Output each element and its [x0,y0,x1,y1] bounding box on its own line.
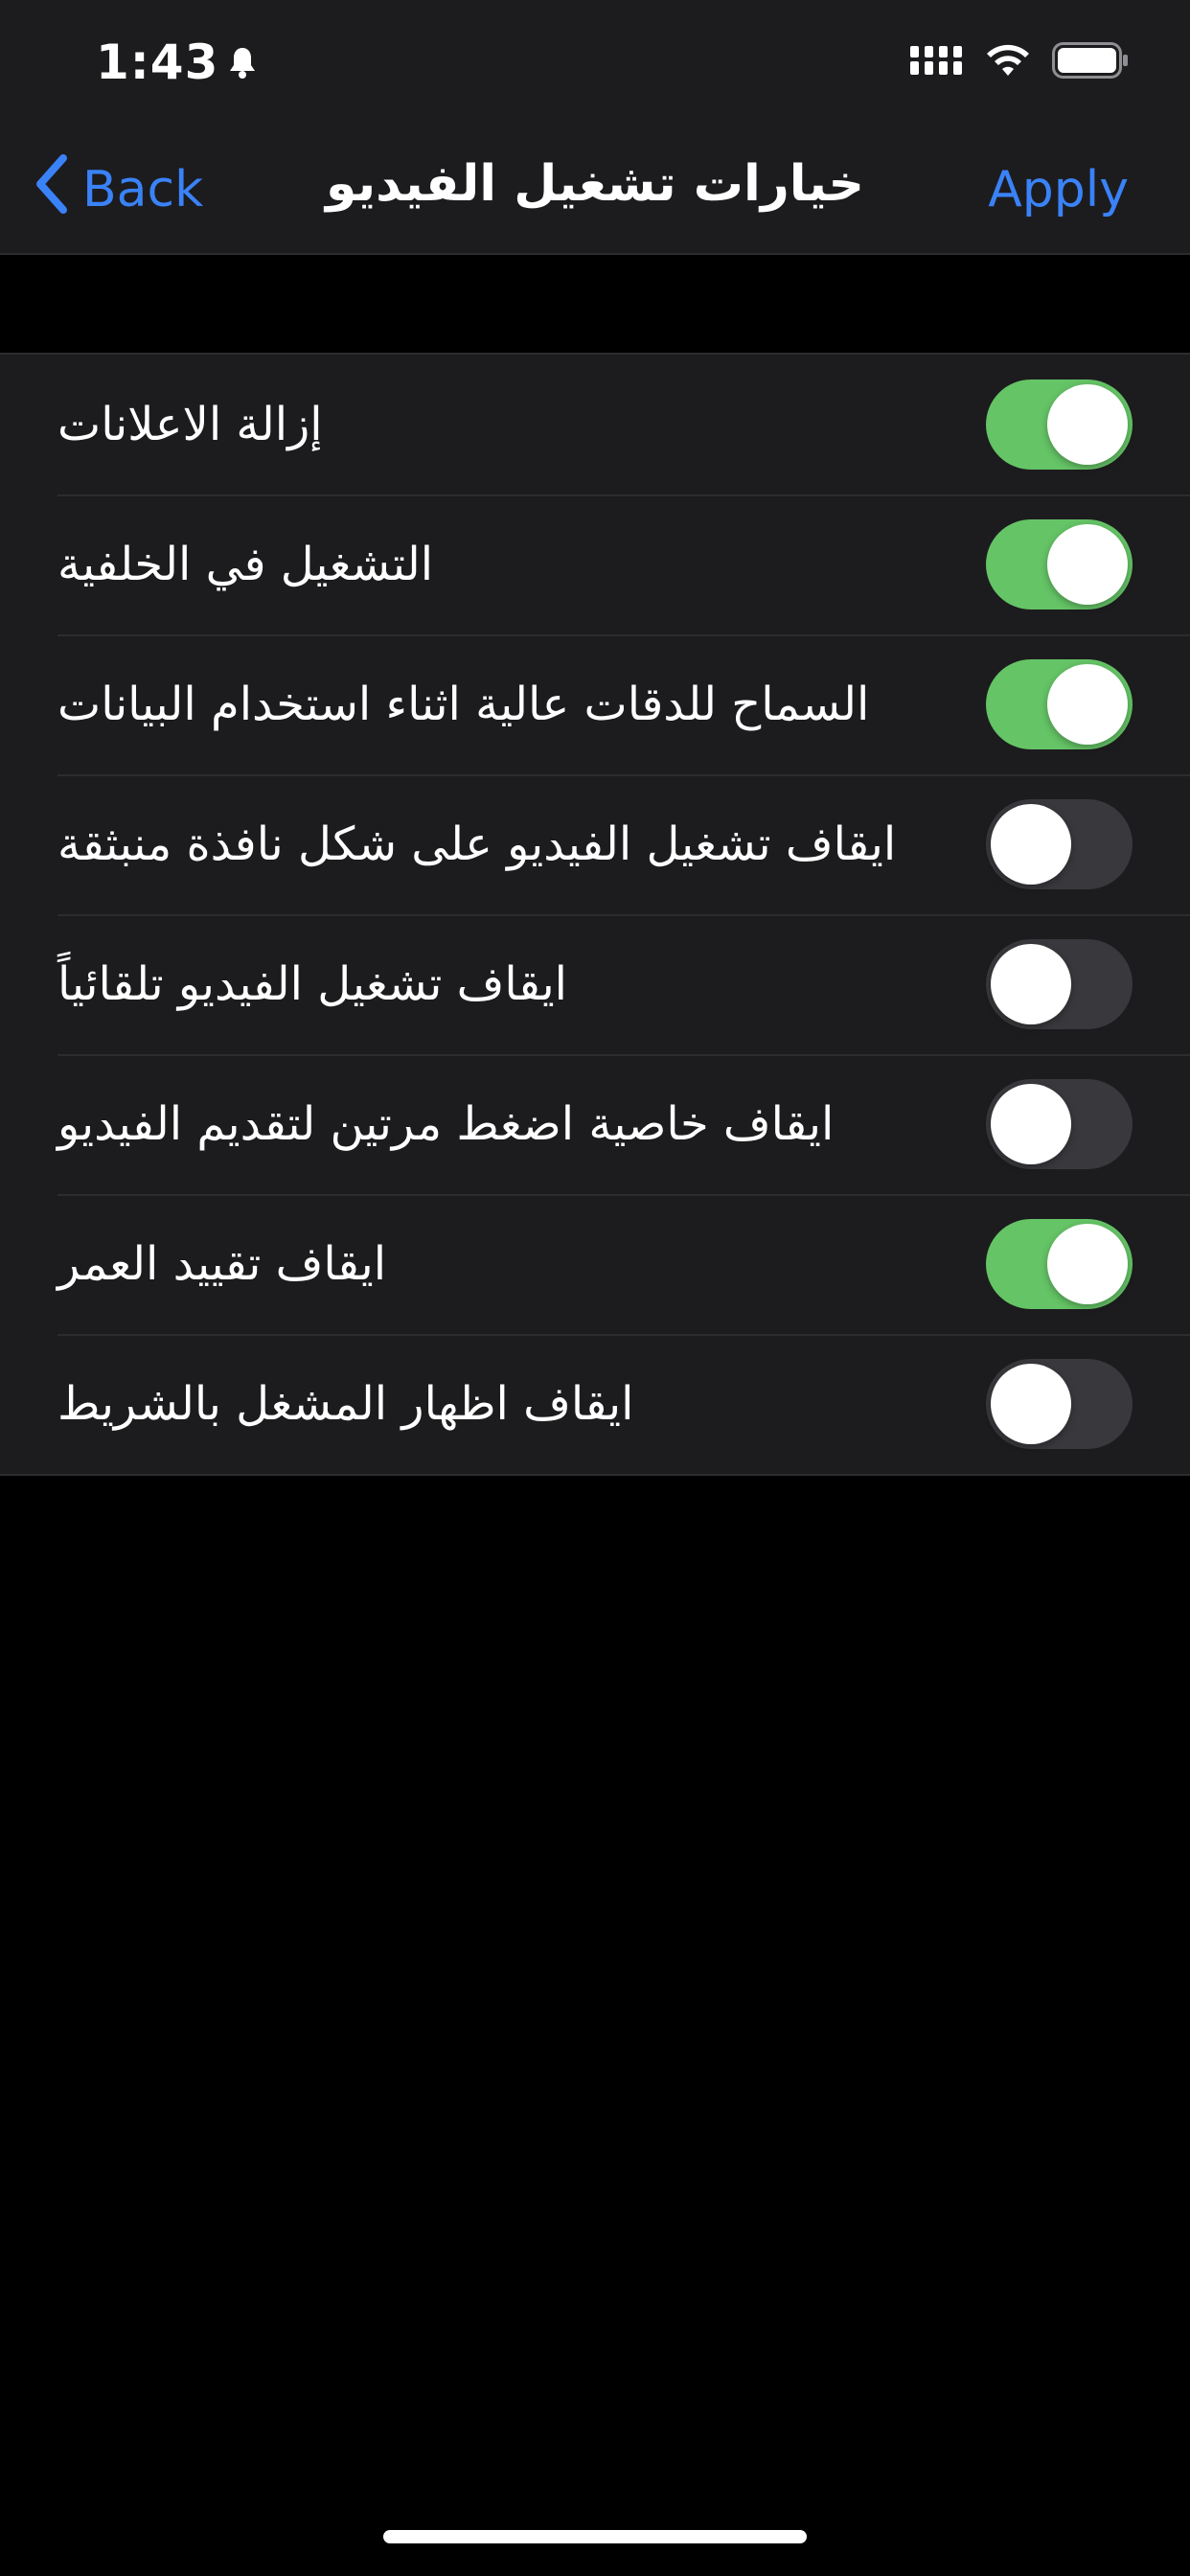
disable-autoplay-toggle[interactable] [986,939,1133,1029]
battery-icon [1052,42,1129,82]
setting-row-disable-autoplay: ايقاف تشغيل الفيديو تلقائياً [0,914,1190,1054]
status-time-group: 1:43 [96,34,257,90]
settings-list: إزالة الاعلانات التشغيل في الخلفية السما… [0,353,1190,1476]
setting-label: التشغيل في الخلفية [57,538,434,591]
setting-label: ايقاف تشغيل الفيديو على شكل نافذة منبثقة [57,817,897,871]
setting-row-disable-double-tap-seek: ايقاف خاصية اضغط مرتين لتقديم الفيديو [0,1054,1190,1194]
disable-age-restriction-toggle[interactable] [986,1219,1133,1309]
setting-row-high-quality-on-data: السماح للدقات عالية اثناء استخدام البيان… [0,634,1190,774]
status-icons [910,42,1129,82]
toggle-knob [1047,1224,1128,1304]
status-bar: 1:43 [0,0,1190,126]
toggle-knob [991,804,1071,885]
apply-button[interactable]: Apply [988,159,1129,220]
cellular-signal-icon [910,44,964,80]
disable-double-tap-seek-toggle[interactable] [986,1079,1133,1169]
setting-row-hide-player-in-bar: ايقاف اظهار المشغل بالشريط [0,1334,1190,1474]
toggle-knob [991,1364,1071,1444]
high-quality-on-data-toggle[interactable] [986,659,1133,749]
background-play-toggle[interactable] [986,519,1133,610]
toggle-knob [1047,664,1128,745]
setting-label: إزالة الاعلانات [57,398,323,451]
setting-row-remove-ads: إزالة الاعلانات [0,355,1190,494]
hide-player-in-bar-toggle[interactable] [986,1359,1133,1449]
wifi-icon [985,43,1031,81]
home-indicator[interactable] [383,2530,807,2543]
setting-row-disable-age-restriction: ايقاف تقييد العمر [0,1194,1190,1334]
disable-pip-toggle[interactable] [986,799,1133,889]
setting-label: ايقاف اظهار المشغل بالشريط [57,1377,634,1431]
toggle-knob [991,1084,1071,1164]
setting-label: ايقاف تشغيل الفيديو تلقائياً [57,957,568,1011]
navigation-bar: Back خيارات تشغيل الفيديو Apply [0,126,1190,255]
remove-ads-toggle[interactable] [986,380,1133,470]
toggle-knob [1047,384,1128,465]
toggle-knob [1047,524,1128,605]
status-time: 1:43 [96,34,219,90]
toggle-knob [991,944,1071,1024]
setting-row-disable-pip: ايقاف تشغيل الفيديو على شكل نافذة منبثقة [0,774,1190,914]
setting-label: ايقاف خاصية اضغط مرتين لتقديم الفيديو [57,1097,835,1151]
setting-label: السماح للدقات عالية اثناء استخدام البيان… [57,678,870,731]
setting-row-background-play: التشغيل في الخلفية [0,494,1190,634]
bell-icon [228,34,257,90]
setting-label: ايقاف تقييد العمر [57,1237,387,1291]
